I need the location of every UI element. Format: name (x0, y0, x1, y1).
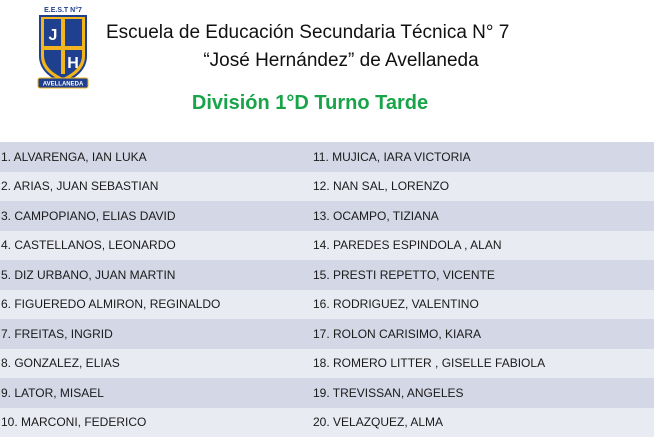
student-list-item: 19. TREVISSAN, ANGELES (311, 378, 654, 408)
student-list-item: 2. ARIAS, JUAN SEBASTIAN (0, 172, 311, 202)
logo-letter-h: H (67, 55, 79, 72)
student-list-item: 12. NAN SAL, LORENZO (311, 172, 654, 202)
student-list-item: 8. GONZALEZ, ELIAS (0, 349, 311, 379)
logo-letter-j: J (49, 27, 58, 44)
student-list-item: 16. RODRIGUEZ, VALENTINO (311, 290, 654, 320)
logo-banner-text: AVELLANEDA (43, 82, 84, 88)
student-list-item: 9. LATOR, MISAEL (0, 378, 311, 408)
school-title: Escuela de Educación Secundaria Técnica … (106, 22, 576, 44)
division-heading: División 1°D Turno Tarde (0, 92, 620, 115)
school-logo-shield-icon: E.E.S.T N°7 J H AVELLANEDA (36, 4, 90, 90)
page-header: E.E.S.T N°7 J H AVELLANEDA Escuela de Ed… (0, 0, 654, 136)
logo-top-text: E.E.S.T N°7 (44, 6, 82, 14)
student-list-item: 7. FREITAS, INGRID (0, 319, 311, 349)
student-list-item: 15. PRESTI REPETTO, VICENTE (311, 260, 654, 290)
student-list-item: 6. FIGUEREDO ALMIRON, REGINALDO (0, 290, 311, 320)
student-list-item: 18. ROMERO LITTER , GISELLE FABIOLA (311, 349, 654, 379)
student-list-item: 10. MARCONI, FEDERICO (0, 408, 311, 437)
student-list-item: 17. ROLON CARISIMO, KIARA (311, 319, 654, 349)
student-list-item: 1. ALVARENGA, IAN LUKA (0, 142, 311, 172)
student-list-item: 3. CAMPOPIANO, ELIAS DAVID (0, 201, 311, 231)
student-list-item: 14. PAREDES ESPINDOLA , ALAN (311, 231, 654, 261)
student-list-item: 5. DIZ URBANO, JUAN MARTIN (0, 260, 311, 290)
student-list-item: 4. CASTELLANOS, LEONARDO (0, 231, 311, 261)
student-list-item: 20. VELAZQUEZ, ALMA (311, 408, 654, 437)
student-list-table: 1. ALVARENGA, IAN LUKA11. MUJICA, IARA V… (0, 142, 654, 431)
student-list-item: 11. MUJICA, IARA VICTORIA (311, 142, 654, 172)
student-list-item: 13. OCAMPO, TIZIANA (311, 201, 654, 231)
school-subtitle: “José Hernández” de Avellaneda (106, 50, 576, 72)
